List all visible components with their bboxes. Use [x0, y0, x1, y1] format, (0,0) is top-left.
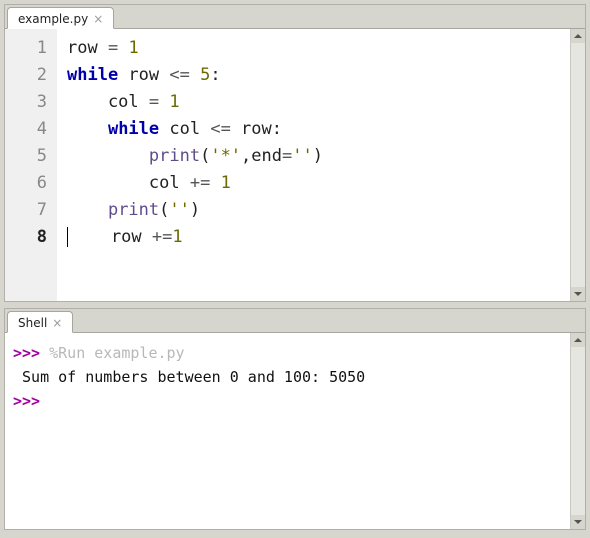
shell-result: Sum of numbers between 0 and 100: 5050	[13, 365, 562, 389]
code-line: col = 1	[67, 89, 564, 116]
line-number: 8	[5, 224, 47, 251]
shell-content: >>> %Run example.py Sum of numbers betwe…	[5, 333, 585, 529]
editor-tabbar: example.py ×	[5, 5, 585, 29]
editor-tab-label: example.py	[18, 12, 88, 26]
close-icon[interactable]: ×	[52, 316, 62, 330]
scroll-down-icon[interactable]	[571, 287, 585, 301]
code-line: while col <= row:	[67, 116, 564, 143]
code-line: row = 1	[67, 35, 564, 62]
editor-scrollbar[interactable]	[570, 29, 585, 301]
line-number: 3	[5, 89, 47, 116]
line-number: 2	[5, 62, 47, 89]
code-line: print('*',end='')	[67, 143, 564, 170]
scroll-down-icon[interactable]	[571, 515, 585, 529]
scroll-up-icon[interactable]	[571, 333, 585, 347]
caret	[67, 227, 68, 247]
shell-tab-label: Shell	[18, 316, 47, 330]
shell-output[interactable]: >>> %Run example.py Sum of numbers betwe…	[5, 333, 570, 529]
line-gutter: 12345678	[5, 29, 57, 301]
shell-scrollbar[interactable]	[570, 333, 585, 529]
line-number: 1	[5, 35, 47, 62]
code-line: while row <= 5:	[67, 62, 564, 89]
shell-run-command: %Run example.py	[49, 344, 184, 362]
shell-panel: Shell × >>> %Run example.py Sum of numbe…	[4, 308, 586, 530]
editor-tab[interactable]: example.py ×	[7, 7, 114, 29]
shell-tabbar: Shell ×	[5, 309, 585, 333]
shell-prompt: >>>	[13, 344, 40, 362]
editor-panel: example.py × 12345678 row = 1while row <…	[4, 4, 586, 302]
code-line: col += 1	[67, 170, 564, 197]
line-number: 7	[5, 197, 47, 224]
code-line: row +=1	[67, 224, 564, 251]
close-icon[interactable]: ×	[93, 12, 103, 26]
code-area[interactable]: row = 1while row <= 5: col = 1 while col…	[57, 29, 570, 301]
line-number: 4	[5, 116, 47, 143]
line-number: 5	[5, 143, 47, 170]
code-line: print('')	[67, 197, 564, 224]
shell-prompt: >>>	[13, 392, 40, 410]
line-number: 6	[5, 170, 47, 197]
scroll-up-icon[interactable]	[571, 29, 585, 43]
shell-tab[interactable]: Shell ×	[7, 311, 73, 333]
editor-content: 12345678 row = 1while row <= 5: col = 1 …	[5, 29, 585, 301]
